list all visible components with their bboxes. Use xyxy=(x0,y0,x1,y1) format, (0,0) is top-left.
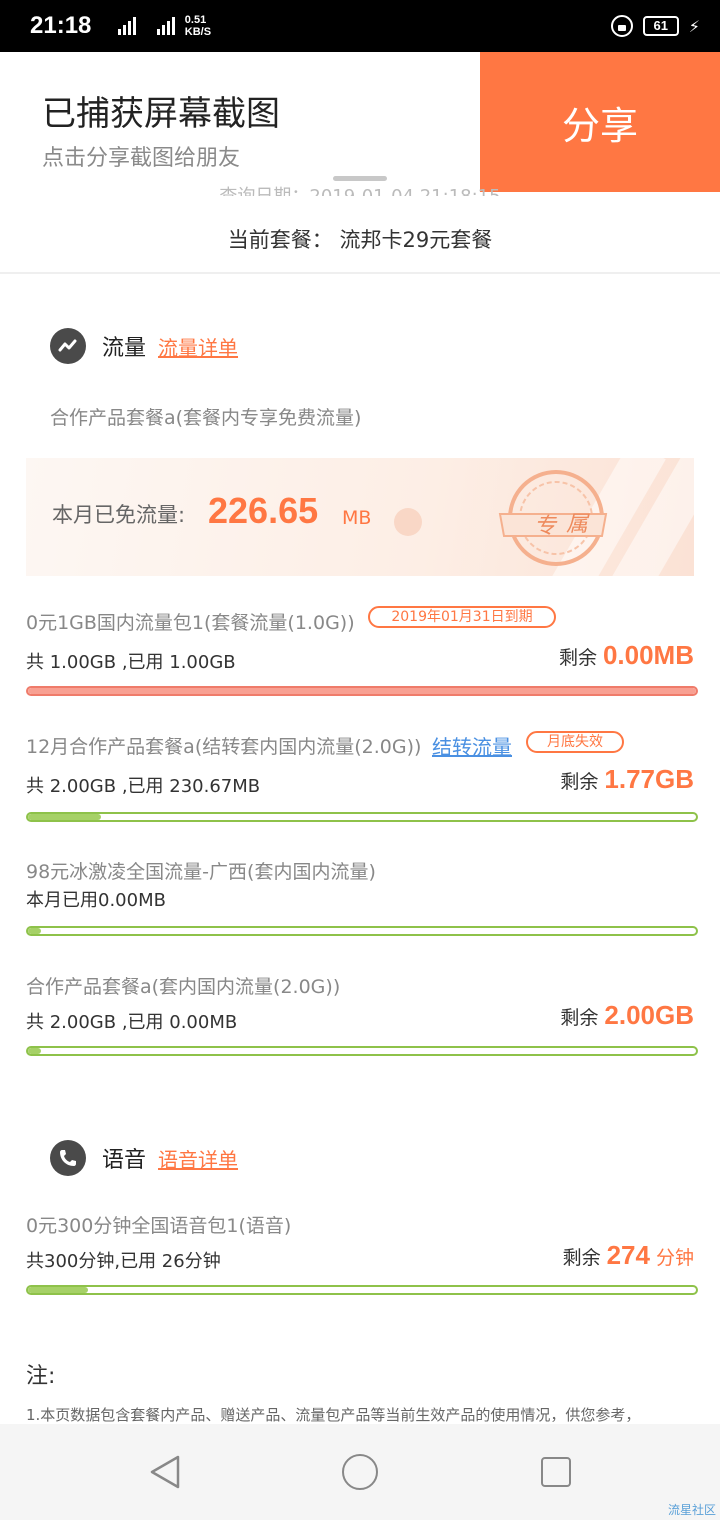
seal-char-2: 属 xyxy=(566,512,590,537)
recent-apps-icon[interactable] xyxy=(541,1457,571,1487)
back-icon[interactable] xyxy=(148,1454,182,1490)
data-item-4-name: 合作产品套餐a(套内国内流量(2.0G)) xyxy=(26,976,341,998)
data-section-title: 流量 xyxy=(102,336,147,361)
toast-title: 已捕获屏幕截图 xyxy=(42,94,280,134)
remain-label: 剩余 xyxy=(560,771,599,793)
toast-subtitle: 点击分享截图给朋友 xyxy=(42,146,241,171)
remain-value: 0.00MB xyxy=(602,640,694,670)
month-end-badge: 月底失效 xyxy=(526,731,624,753)
voice-item-1-remain: 剩余 274 分钟 xyxy=(563,1240,694,1271)
notes-title: 注: xyxy=(26,1364,56,1389)
data-item-1-name: 0元1GB国内流量包1(套餐流量(1.0G)) xyxy=(26,612,355,634)
status-time: 21:18 xyxy=(30,12,92,39)
data-item-2-progress xyxy=(26,812,698,822)
home-icon[interactable] xyxy=(342,1454,378,1490)
watermark: 流星社区 xyxy=(667,1503,716,1517)
remain-label: 剩余 xyxy=(562,1247,601,1269)
data-item-2-remain: 剩余 1.77GB xyxy=(560,764,694,795)
data-item-1-remain: 剩余 0.00MB xyxy=(559,640,694,671)
query-date: 查询日期：2019-01-04 21:18:15 xyxy=(0,182,720,196)
remain-value: 1.77GB xyxy=(604,764,694,794)
data-item-1-progress xyxy=(26,686,698,696)
voice-section-header: 语音 语音详单 xyxy=(50,1140,238,1176)
exclusive-seal-icon: 专 属 xyxy=(498,470,608,566)
data-item-3-usage: 本月已用0.00MB xyxy=(26,890,166,911)
voice-detail-link[interactable]: 语音详单 xyxy=(158,1144,238,1173)
remain-label: 剩余 xyxy=(558,647,597,669)
net-speed-unit: KB/S xyxy=(184,26,212,38)
current-plan: 当前套餐： 流邦卡29元套餐 xyxy=(227,228,493,252)
drag-handle[interactable] xyxy=(333,176,387,181)
package-desc: 合作产品套餐a(套餐内专享免费流量) xyxy=(50,407,362,429)
signal-icon-2 xyxy=(156,17,175,35)
data-item-1-usage: 共 1.00GB ,已用 1.00GB xyxy=(26,652,236,673)
charging-icon: ⚡ xyxy=(688,16,700,36)
net-speed-value: 0.51 xyxy=(184,14,207,26)
data-detail-link[interactable]: 流量详单 xyxy=(158,332,238,361)
status-bar: 21:18 4G 2G 0.51 KB/S 61 ⚡ xyxy=(0,0,720,52)
free-data-label: 本月已免流量: xyxy=(52,503,186,527)
voice-item-1-progress xyxy=(26,1285,698,1295)
net-speed: 0.51 KB/S xyxy=(185,14,211,38)
remain-unit: 分钟 xyxy=(655,1247,694,1269)
data-item-2-usage: 共 2.00GB ,已用 230.67MB xyxy=(26,776,261,797)
remain-value: 2.00GB xyxy=(604,1000,694,1030)
signal-icon xyxy=(118,17,137,35)
free-data-value: 226.65 xyxy=(208,490,319,531)
rotation-lock-icon xyxy=(610,15,633,37)
divider xyxy=(0,272,720,274)
data-item-3-name: 98元冰激凌全国流量-广西(套内国内流量) xyxy=(26,861,376,883)
seal-char-1: 专 xyxy=(534,514,558,539)
network-type-2: 2G xyxy=(140,0,153,3)
phone-icon xyxy=(50,1140,86,1176)
remain-value: 274 xyxy=(606,1240,650,1270)
carryover-link[interactable]: 结转流量 xyxy=(432,731,512,760)
voice-item-1-name: 0元300分钟全国语音包1(语音) xyxy=(26,1215,292,1237)
data-item-4-remain: 剩余 2.00GB xyxy=(560,1000,694,1031)
network-type-1: 4G xyxy=(101,0,114,3)
data-trend-icon xyxy=(50,328,86,364)
navigation-bar: 流星社区 xyxy=(0,1424,720,1520)
voice-section-title: 语音 xyxy=(102,1148,147,1173)
battery-icon: 61 xyxy=(642,16,679,36)
free-data-banner: 本月已免流量: 226.65 MB 专 属 xyxy=(26,458,694,576)
screenshot-toast[interactable]: 已捕获屏幕截图 点击分享截图给朋友 分享 xyxy=(0,52,720,192)
data-item-3-progress xyxy=(26,926,698,936)
share-button[interactable]: 分享 xyxy=(480,52,720,192)
data-section-header: 流量 流量详单 xyxy=(50,328,238,364)
expiry-badge: 2019年01月31日到期 xyxy=(368,606,556,628)
data-item-4-progress xyxy=(26,1046,698,1056)
remain-label: 剩余 xyxy=(560,1007,599,1029)
notes-line-1: 1.本页数据包含套餐内产品、赠送产品、流量包产品等当前生效产品的使用情况，供您参… xyxy=(26,1406,641,1424)
free-data-unit: MB xyxy=(342,507,372,529)
data-item-4-usage: 共 2.00GB ,已用 0.00MB xyxy=(26,1012,238,1033)
data-item-2-name: 12月合作产品套餐a(结转套内国内流量(2.0G)) xyxy=(26,736,422,758)
decor-dot xyxy=(394,508,422,536)
voice-item-1-usage: 共300分钟,已用 26分钟 xyxy=(26,1251,221,1272)
